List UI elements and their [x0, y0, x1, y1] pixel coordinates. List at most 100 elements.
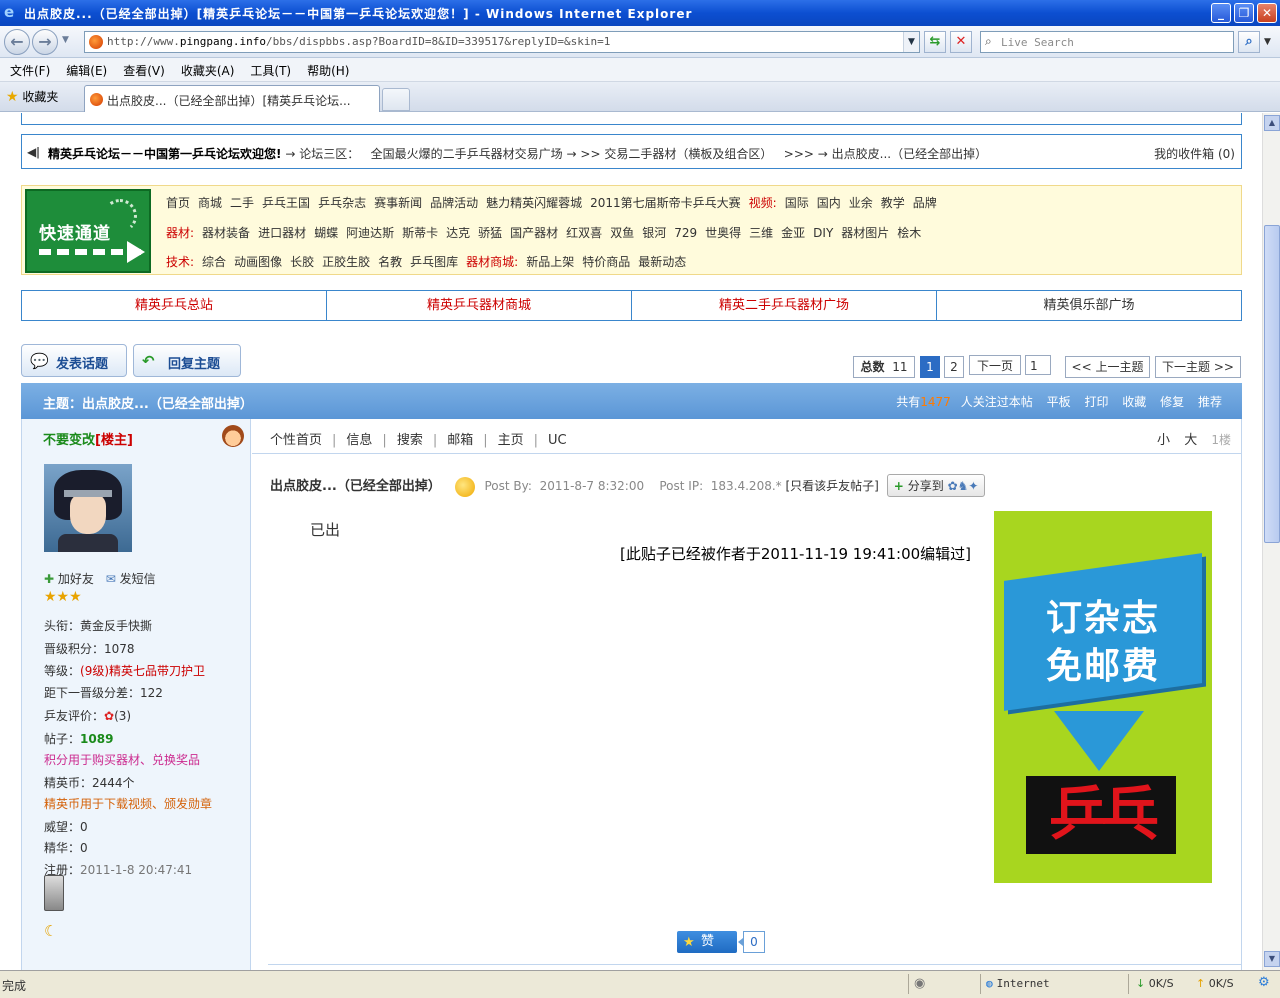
menu-help[interactable]: 帮助(H): [307, 62, 349, 79]
like-button[interactable]: ★ 赞: [677, 931, 737, 953]
send-message-link[interactable]: ✉ 发短信: [98, 572, 156, 586]
video-link-3[interactable]: 教学: [881, 196, 905, 210]
minimize-button[interactable]: _: [1211, 3, 1231, 23]
equipment-link-9[interactable]: 双鱼: [610, 226, 634, 240]
tool-favorite[interactable]: 收藏: [1122, 395, 1146, 409]
tool-uc[interactable]: UC: [548, 433, 567, 448]
search-input[interactable]: ⌕ Live Search: [980, 31, 1234, 53]
mall-link-2[interactable]: 最新动态: [638, 255, 686, 269]
equipment-link-3[interactable]: 阿迪达斯: [346, 226, 394, 240]
scroll-thumb[interactable]: [1264, 225, 1280, 543]
equipment-link-13[interactable]: 三维: [749, 226, 773, 240]
menu-edit[interactable]: 编辑(E): [66, 62, 107, 79]
equipment-link-10[interactable]: 银河: [642, 226, 666, 240]
site-link-shop[interactable]: 精英乒乓器材商城: [327, 291, 632, 320]
address-dropdown-icon[interactable]: ▼: [903, 32, 919, 52]
browser-tab-active[interactable]: 出点胶皮...（已经全部出掉）[精英乒乓论坛...: [84, 85, 380, 112]
technique-link-5[interactable]: 乒乓图库: [410, 255, 458, 269]
quicknav-link-5[interactable]: 赛事新闻: [374, 196, 422, 210]
site-link-main[interactable]: 精英乒乓总站: [22, 291, 327, 320]
inbox-link[interactable]: 我的收件箱 (0): [1154, 145, 1235, 162]
breadcrumb-board[interactable]: 全国最火爆的二手乒乓器材交易广场: [371, 147, 563, 161]
quicknav-link-7[interactable]: 魅力精英闪耀蓉城: [486, 196, 582, 210]
tool-home[interactable]: 主页: [498, 433, 524, 448]
tool-flat[interactable]: 平板: [1047, 395, 1071, 409]
stop-button[interactable]: ✕: [950, 31, 972, 53]
quicknav-link-8[interactable]: 2011第七届斯帝卡乒乓大赛: [590, 196, 741, 210]
equipment-link-15[interactable]: DIY: [813, 226, 833, 240]
add-friend-link[interactable]: ✚ 加好友: [44, 572, 94, 586]
equipment-link-4[interactable]: 斯蒂卡: [402, 226, 438, 240]
pager-page-1[interactable]: 1: [920, 356, 940, 378]
tool-print[interactable]: 打印: [1084, 395, 1108, 409]
menu-favorites[interactable]: 收藏夹(A): [181, 62, 235, 79]
search-go-button[interactable]: ⌕: [1238, 31, 1260, 53]
pager-next[interactable]: 下一页: [969, 355, 1021, 375]
quicknav-link-4[interactable]: 乒乓杂志: [318, 196, 366, 210]
video-link-2[interactable]: 业余: [849, 196, 873, 210]
technique-link-3[interactable]: 正胶生胶: [322, 255, 370, 269]
share-button[interactable]: + 分享到 ✿♞✦: [886, 474, 986, 497]
font-large-button[interactable]: 大: [1184, 433, 1197, 448]
reply-button[interactable]: ↶ 回复主题: [133, 344, 241, 377]
tray-icon[interactable]: ⚙: [1258, 975, 1270, 990]
tool-info[interactable]: 信息: [346, 433, 372, 448]
mall-link-0[interactable]: 新品上架: [526, 255, 574, 269]
new-topic-button[interactable]: 💬 发表话题: [21, 344, 127, 377]
forward-button[interactable]: →: [32, 29, 58, 55]
breadcrumb-subboard[interactable]: >> 交易二手器材（横板及组合区）: [580, 147, 772, 161]
refresh-button[interactable]: ⇆: [924, 31, 946, 53]
quicknav-link-6[interactable]: 品牌活动: [430, 196, 478, 210]
equipment-link-1[interactable]: 进口器材: [258, 226, 306, 240]
search-options-icon[interactable]: ▼: [1264, 37, 1271, 47]
equipment-link-12[interactable]: 世奥得: [705, 226, 741, 240]
prev-topic-link[interactable]: << 上一主题: [1065, 356, 1150, 378]
breadcrumb-site[interactable]: 精英乒乓论坛－－中国第一乒乓论坛欢迎您!: [48, 147, 281, 161]
technique-link-2[interactable]: 长胶: [290, 255, 314, 269]
tool-homepage[interactable]: 个性首页: [270, 433, 322, 448]
equipment-link-0[interactable]: 器材装备: [202, 226, 250, 240]
quicknav-link-1[interactable]: 商城: [198, 196, 222, 210]
tool-recommend[interactable]: 推荐: [1198, 395, 1222, 409]
new-tab-button[interactable]: [382, 88, 410, 111]
equipment-link-16[interactable]: 器材图片: [841, 226, 889, 240]
only-author-link[interactable]: [只看该乒友帖子]: [785, 479, 878, 493]
technique-link-0[interactable]: 综合: [202, 255, 226, 269]
address-input[interactable]: http://www.pingpang.info/bbs/dispbbs.asp…: [84, 31, 920, 53]
equipment-link-17[interactable]: 桧木: [897, 226, 921, 240]
equipment-link-7[interactable]: 国产器材: [510, 226, 558, 240]
tool-mailbox[interactable]: 邮箱: [447, 433, 473, 448]
page-scrollbar[interactable]: ▲ ▼: [1262, 113, 1280, 970]
pager-page-2[interactable]: 2: [944, 356, 964, 378]
video-link-1[interactable]: 国内: [817, 196, 841, 210]
tool-repair[interactable]: 修复: [1160, 395, 1184, 409]
pager-jump-input[interactable]: 1: [1025, 355, 1051, 375]
menu-file[interactable]: 文件(F): [10, 62, 50, 79]
technique-link-1[interactable]: 动画图像: [234, 255, 282, 269]
mall-link-1[interactable]: 特价商品: [582, 255, 630, 269]
site-link-club[interactable]: 精英俱乐部广场: [937, 291, 1241, 320]
next-topic-link[interactable]: 下一主题 >>: [1155, 356, 1241, 378]
quicknav-link-3[interactable]: 乒乓王国: [262, 196, 310, 210]
scroll-up-icon[interactable]: ▲: [1264, 115, 1280, 131]
privacy-eye-icon[interactable]: ◉: [914, 976, 925, 991]
technique-link-4[interactable]: 名教: [378, 255, 402, 269]
equipment-link-8[interactable]: 红双喜: [566, 226, 602, 240]
equipment-link-14[interactable]: 金亚: [781, 226, 805, 240]
favorites-button[interactable]: ★ 收藏夹: [6, 88, 58, 105]
site-link-secondhand[interactable]: 精英二手乒乓器材广场: [632, 291, 937, 320]
equipment-link-2[interactable]: 蝴蝶: [314, 226, 338, 240]
equipment-link-6[interactable]: 骄猛: [478, 226, 502, 240]
close-button[interactable]: ✕: [1257, 3, 1277, 23]
quicknav-link-0[interactable]: 首页: [166, 196, 190, 210]
history-dropdown-icon[interactable]: ▼: [62, 35, 69, 45]
back-button[interactable]: ←: [4, 29, 30, 55]
maximize-button[interactable]: ❐: [1234, 3, 1254, 23]
quicknav-link-2[interactable]: 二手: [230, 196, 254, 210]
video-link-0[interactable]: 国际: [785, 196, 809, 210]
menu-view[interactable]: 查看(V): [123, 62, 165, 79]
scroll-down-icon[interactable]: ▼: [1264, 951, 1280, 967]
tool-search[interactable]: 搜索: [397, 433, 423, 448]
equipment-link-11[interactable]: 729: [674, 226, 697, 240]
font-small-button[interactable]: 小: [1157, 433, 1170, 448]
